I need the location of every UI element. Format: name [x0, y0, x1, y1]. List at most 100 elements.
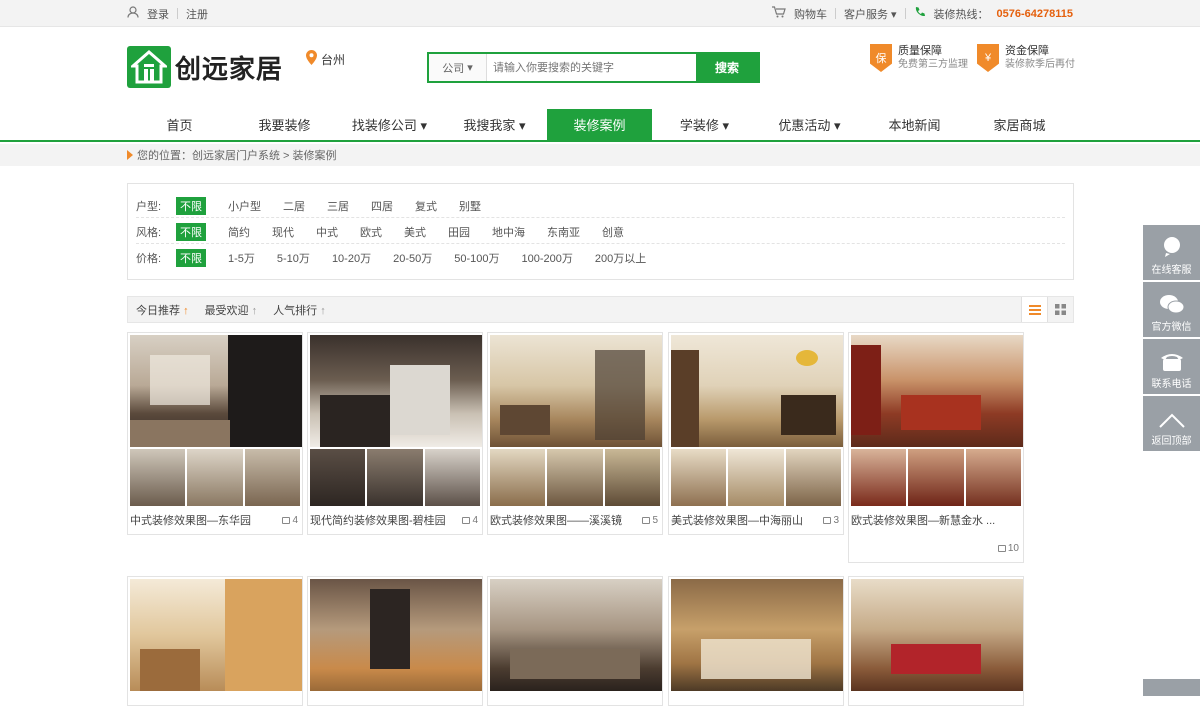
quality-guarantee: 保 质量保障 免费第三方监理: [870, 44, 968, 72]
nav-item-news[interactable]: 本地新闻: [862, 109, 967, 142]
filter-label: 价格:: [136, 253, 162, 265]
filter-option[interactable]: 二居: [283, 198, 305, 214]
nav-item-home[interactable]: 首页: [127, 109, 232, 142]
breadcrumb[interactable]: 您的位置：创远家居门户系统 > 装修案例: [137, 147, 337, 163]
filter-option[interactable]: 50-100万: [454, 250, 499, 266]
case-main-image[interactable]: [130, 335, 302, 447]
case-title[interactable]: 欧式装修效果图——溪溪镜: [490, 512, 622, 528]
filter-option[interactable]: 创意: [602, 224, 624, 240]
case-main-image[interactable]: [490, 579, 662, 691]
filter-option[interactable]: 不限: [176, 249, 206, 267]
nav-item-mall[interactable]: 家居商城: [967, 109, 1072, 142]
case-card[interactable]: 中式装修效果图—东华园 4: [127, 332, 303, 535]
case-thumb-image[interactable]: [965, 449, 1021, 506]
case-thumb-image[interactable]: [604, 449, 660, 506]
case-card[interactable]: [127, 576, 303, 706]
filter-option[interactable]: 小户型: [228, 198, 261, 214]
case-main-image[interactable]: [490, 335, 662, 447]
case-card[interactable]: [487, 576, 663, 706]
filter-option[interactable]: 四居: [371, 198, 393, 214]
filter-option[interactable]: 10-20万: [332, 250, 371, 266]
sort-popularity-rank[interactable]: 人气排行 ↑: [273, 302, 326, 318]
side-phone[interactable]: 联系电话: [1143, 339, 1200, 394]
filter-option[interactable]: 美式: [404, 224, 426, 240]
cart-link[interactable]: 购物车: [794, 6, 827, 22]
case-main-image[interactable]: [851, 579, 1023, 691]
filter-option[interactable]: 5-10万: [277, 250, 310, 266]
case-thumb-image[interactable]: [547, 449, 603, 506]
city-selector[interactable]: 台州: [306, 50, 345, 68]
site-logo[interactable]: 创远家居: [127, 46, 283, 88]
filter-option[interactable]: 中式: [316, 224, 338, 240]
nav-item-search-home[interactable]: 我搜我家 ▾: [442, 109, 547, 142]
nav-item-cases[interactable]: 装修案例: [547, 109, 652, 142]
side-online-service[interactable]: 在线客服: [1143, 225, 1200, 280]
filter-option[interactable]: 别墅: [459, 198, 481, 214]
search-type-select[interactable]: 公司 ▾: [429, 54, 487, 81]
case-card[interactable]: [848, 576, 1024, 706]
case-thumb-image[interactable]: [851, 449, 907, 506]
filter-option[interactable]: 东南亚: [547, 224, 580, 240]
case-thumb-image[interactable]: [187, 449, 243, 506]
case-title[interactable]: 美式装修效果图—中海丽山: [671, 512, 803, 528]
case-title[interactable]: 现代简约装修效果图-碧桂园: [310, 512, 446, 528]
filter-option[interactable]: 三居: [327, 198, 349, 214]
grid-view-icon[interactable]: [1047, 297, 1073, 322]
customer-service-menu[interactable]: 客户服务 ▾: [844, 6, 897, 22]
list-view-icon[interactable]: [1021, 297, 1047, 322]
case-main-image[interactable]: [310, 579, 482, 691]
case-card[interactable]: 欧式装修效果图——溪溪镜 5: [487, 332, 663, 535]
breadcrumb-marker-icon: [127, 150, 133, 160]
filter-option[interactable]: 简约: [228, 224, 250, 240]
location-pin-icon: [306, 50, 317, 68]
filter-option[interactable]: 复式: [415, 198, 437, 214]
filter-option[interactable]: 田园: [448, 224, 470, 240]
case-main-image[interactable]: [310, 335, 482, 447]
case-thumb-image[interactable]: [367, 449, 423, 506]
case-thumb-image[interactable]: [130, 449, 186, 506]
search-button[interactable]: 搜索: [696, 54, 758, 81]
case-thumb-image[interactable]: [244, 449, 300, 506]
case-card[interactable]: [307, 576, 483, 706]
case-card[interactable]: 现代简约装修效果图-碧桂园 4: [307, 332, 483, 535]
case-thumb-image[interactable]: [908, 449, 964, 506]
nav-item-learn[interactable]: 学装修 ▾: [652, 109, 757, 142]
case-thumb-image[interactable]: [310, 449, 366, 506]
nav-item-promotions[interactable]: 优惠活动 ▾: [757, 109, 862, 142]
case-thumb-image[interactable]: [785, 449, 841, 506]
filter-option[interactable]: 地中海: [492, 224, 525, 240]
side-wechat[interactable]: 官方微信: [1143, 282, 1200, 337]
filter-option[interactable]: 不限: [176, 222, 206, 241]
case-title[interactable]: 欧式装修效果图—新慧金水 ...: [851, 512, 995, 528]
filter-option[interactable]: 1-5万: [228, 250, 255, 266]
case-main-image[interactable]: [671, 335, 843, 447]
side-back-to-top[interactable]: 返回顶部: [1143, 396, 1200, 451]
filter-option[interactable]: 20-50万: [393, 250, 432, 266]
case-main-image[interactable]: [851, 335, 1023, 447]
sort-today-recommend[interactable]: 今日推荐 ↑: [136, 302, 189, 318]
case-main-image[interactable]: [671, 579, 843, 691]
case-card[interactable]: [668, 576, 844, 706]
nav-item-decorate[interactable]: 我要装修: [232, 109, 337, 142]
nav-item-find-company[interactable]: 找装修公司 ▾: [337, 109, 442, 142]
filter-option[interactable]: 欧式: [360, 224, 382, 240]
filter-option[interactable]: 200万以上: [595, 250, 646, 266]
filter-option[interactable]: 不限: [176, 196, 206, 215]
case-title[interactable]: 中式装修效果图—东华园: [130, 512, 251, 528]
case-thumb-image[interactable]: [424, 449, 480, 506]
shield-icon: 保: [870, 44, 892, 72]
sort-most-popular[interactable]: 最受欢迎 ↑: [205, 302, 258, 318]
case-card[interactable]: 美式装修效果图—中海丽山 3: [668, 332, 844, 535]
filter-option[interactable]: 现代: [272, 224, 294, 240]
case-thumb-image[interactable]: [728, 449, 784, 506]
search-input[interactable]: [487, 54, 696, 81]
filter-option[interactable]: 100-200万: [521, 250, 572, 266]
case-main-image[interactable]: [130, 579, 302, 691]
case-card[interactable]: 欧式装修效果图—新慧金水 ... 10: [848, 332, 1024, 563]
case-thumb-image[interactable]: [490, 449, 546, 506]
guarantee-sub: 装修款季后再付: [1005, 59, 1075, 70]
case-thumb-image[interactable]: [671, 449, 727, 506]
side-extra-tool[interactable]: [1143, 679, 1200, 696]
login-link[interactable]: 登录: [147, 6, 169, 22]
register-link[interactable]: 注册: [186, 6, 208, 22]
